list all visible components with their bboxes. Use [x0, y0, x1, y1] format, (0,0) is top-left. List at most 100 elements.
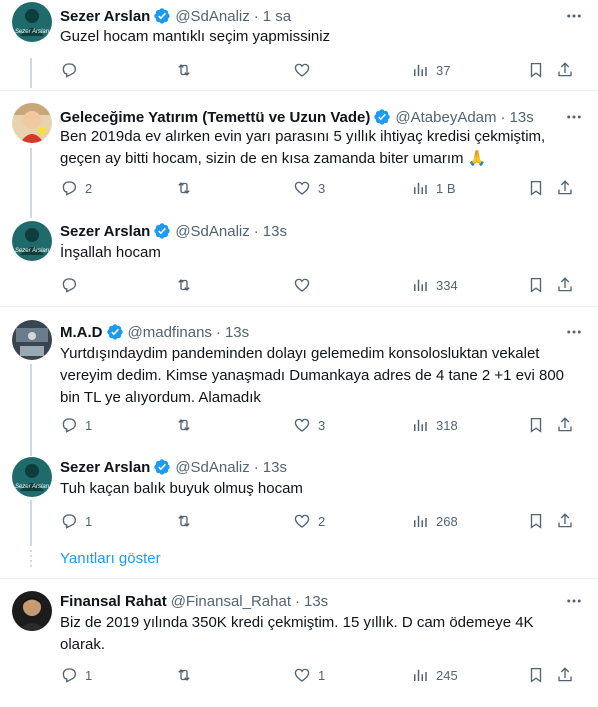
- bookmark-button[interactable]: [527, 511, 545, 531]
- tweet-actions: 1 1 245: [60, 665, 578, 685]
- timestamp[interactable]: 13s: [263, 459, 287, 476]
- timestamp[interactable]: 13s: [304, 593, 328, 610]
- reply-icon: [62, 514, 77, 529]
- share-button[interactable]: [556, 511, 574, 531]
- share-icon: [558, 277, 572, 292]
- reply-button[interactable]: 1: [60, 415, 92, 435]
- author-name[interactable]: Finansal Rahat: [60, 593, 167, 610]
- author-name[interactable]: M.A.D: [60, 324, 103, 341]
- like-button[interactable]: 2: [293, 511, 325, 531]
- timestamp[interactable]: 1 sa: [263, 8, 291, 25]
- share-icon: [558, 417, 572, 432]
- author-name[interactable]: Sezer Arslan: [60, 8, 150, 25]
- share-button[interactable]: [556, 60, 574, 80]
- author-name[interactable]: Sezer Arslan: [60, 459, 150, 476]
- author-name[interactable]: Sezer Arslan: [60, 223, 150, 240]
- heart-icon: [294, 181, 310, 195]
- timestamp[interactable]: 13s: [263, 223, 287, 240]
- tweet[interactable]: Finansal Rahat @Finansal_Rahat · 13s Biz…: [0, 579, 598, 707]
- tweet[interactable]: Geleceğime Yatırım (Temettü ve Uzun Vade…: [0, 91, 598, 215]
- bookmark-button[interactable]: [527, 415, 545, 435]
- retweet-button[interactable]: [175, 511, 200, 531]
- heart-icon: [294, 668, 310, 682]
- show-replies-link[interactable]: Yanıtları göster: [60, 550, 161, 567]
- separator-dot: ·: [253, 222, 259, 240]
- author-handle[interactable]: @AtabeyAdam: [395, 109, 496, 126]
- retweet-button[interactable]: [175, 275, 200, 295]
- retweet-button[interactable]: [175, 415, 200, 435]
- views-button[interactable]: 268: [411, 511, 458, 531]
- reply-icon: [62, 63, 77, 78]
- views-chart-icon: [414, 64, 427, 76]
- like-button[interactable]: 3: [293, 415, 325, 435]
- author-handle[interactable]: @SdAnaliz: [175, 8, 249, 25]
- avatar-sezer-arslan[interactable]: Sezer Arslan: [12, 457, 52, 497]
- avatar-mad[interactable]: [12, 320, 52, 360]
- more-options-button[interactable]: [564, 6, 584, 26]
- tweet-actions: 334: [60, 275, 578, 295]
- share-button[interactable]: [556, 275, 574, 295]
- heart-icon: [294, 63, 310, 77]
- more-options-button[interactable]: [564, 322, 584, 342]
- reply-icon: [62, 278, 77, 293]
- like-button[interactable]: [293, 275, 318, 295]
- retweet-icon: [178, 279, 190, 291]
- svg-text:Sezer Arslan: Sezer Arslan: [15, 29, 50, 35]
- views-button[interactable]: 334: [411, 275, 458, 295]
- retweet-icon: [178, 419, 190, 431]
- like-button[interactable]: 3: [293, 178, 325, 198]
- avatar-sezer-arslan[interactable]: Sezer Arslan: [12, 221, 52, 261]
- tweet-actions: 37: [60, 60, 578, 80]
- views-button[interactable]: 245: [411, 665, 458, 685]
- like-button[interactable]: 1: [293, 665, 325, 685]
- bookmark-button[interactable]: [527, 275, 545, 295]
- more-options-button[interactable]: [564, 107, 584, 127]
- reply-button[interactable]: 1: [60, 511, 92, 531]
- author-handle[interactable]: @madfinans: [128, 324, 212, 341]
- bookmark-button[interactable]: [527, 665, 545, 685]
- tweet[interactable]: Sezer Arslan Sezer Arslan @SdAnaliz · 13…: [0, 215, 598, 305]
- bookmark-button[interactable]: [527, 178, 545, 198]
- bookmark-icon: [530, 513, 542, 529]
- author-handle[interactable]: @Finansal_Rahat: [171, 593, 291, 610]
- sezer-arslan-logo-avatar: Sezer Arslan: [12, 2, 52, 42]
- views-button[interactable]: 1 B: [411, 178, 456, 198]
- tweet-actions: 2 3 1 B: [60, 178, 578, 198]
- author-name[interactable]: Geleceğime Yatırım (Temettü ve Uzun Vade…: [60, 109, 370, 126]
- retweet-button[interactable]: [175, 60, 200, 80]
- tweet[interactable]: M.A.D @madfinans · 13s Yurtdışındaydim p…: [0, 307, 598, 449]
- avatar-gelecegime-yatirim[interactable]: [12, 103, 52, 143]
- timestamp[interactable]: 13s: [225, 324, 249, 341]
- man-portrait-avatar: [12, 591, 52, 631]
- reply-button[interactable]: [60, 275, 85, 295]
- tweet[interactable]: Sezer Arslan Sezer Arslan @SdAnaliz · 1 …: [0, 0, 598, 90]
- views-button[interactable]: 318: [411, 415, 458, 435]
- views-button[interactable]: 37: [411, 60, 450, 80]
- more-options-button[interactable]: [564, 591, 584, 611]
- author-handle[interactable]: @SdAnaliz: [175, 223, 249, 240]
- reply-button[interactable]: 1: [60, 665, 92, 685]
- tweet[interactable]: Sezer Arslan Sezer Arslan @SdAnaliz · 13…: [0, 449, 598, 541]
- more-icon: [567, 599, 581, 603]
- share-icon: [558, 667, 572, 682]
- share-button[interactable]: [556, 665, 574, 685]
- retweet-button[interactable]: [175, 178, 200, 198]
- bookmark-button[interactable]: [527, 60, 545, 80]
- timestamp[interactable]: 13s: [510, 109, 534, 126]
- bookmark-icon: [530, 180, 542, 196]
- like-button[interactable]: [293, 60, 318, 80]
- reply-button[interactable]: [60, 60, 85, 80]
- avatar-sezer-arslan[interactable]: Sezer Arslan: [12, 2, 52, 42]
- avatar-finansal-rahat[interactable]: [12, 591, 52, 631]
- reply-button[interactable]: 2: [60, 178, 92, 198]
- tweet-text: Biz de 2019 yılında 350K kredi çekmiştim…: [60, 614, 534, 653]
- share-button[interactable]: [556, 415, 574, 435]
- verified-badge-icon: [154, 223, 171, 239]
- sezer-arslan-logo-avatar: Sezer Arslan: [12, 457, 52, 497]
- reply-icon: [62, 668, 77, 683]
- retweet-button[interactable]: [175, 665, 200, 685]
- views-chart-icon: [414, 182, 427, 194]
- author-handle[interactable]: @SdAnaliz: [175, 459, 249, 476]
- share-icon: [558, 513, 572, 528]
- share-button[interactable]: [556, 178, 574, 198]
